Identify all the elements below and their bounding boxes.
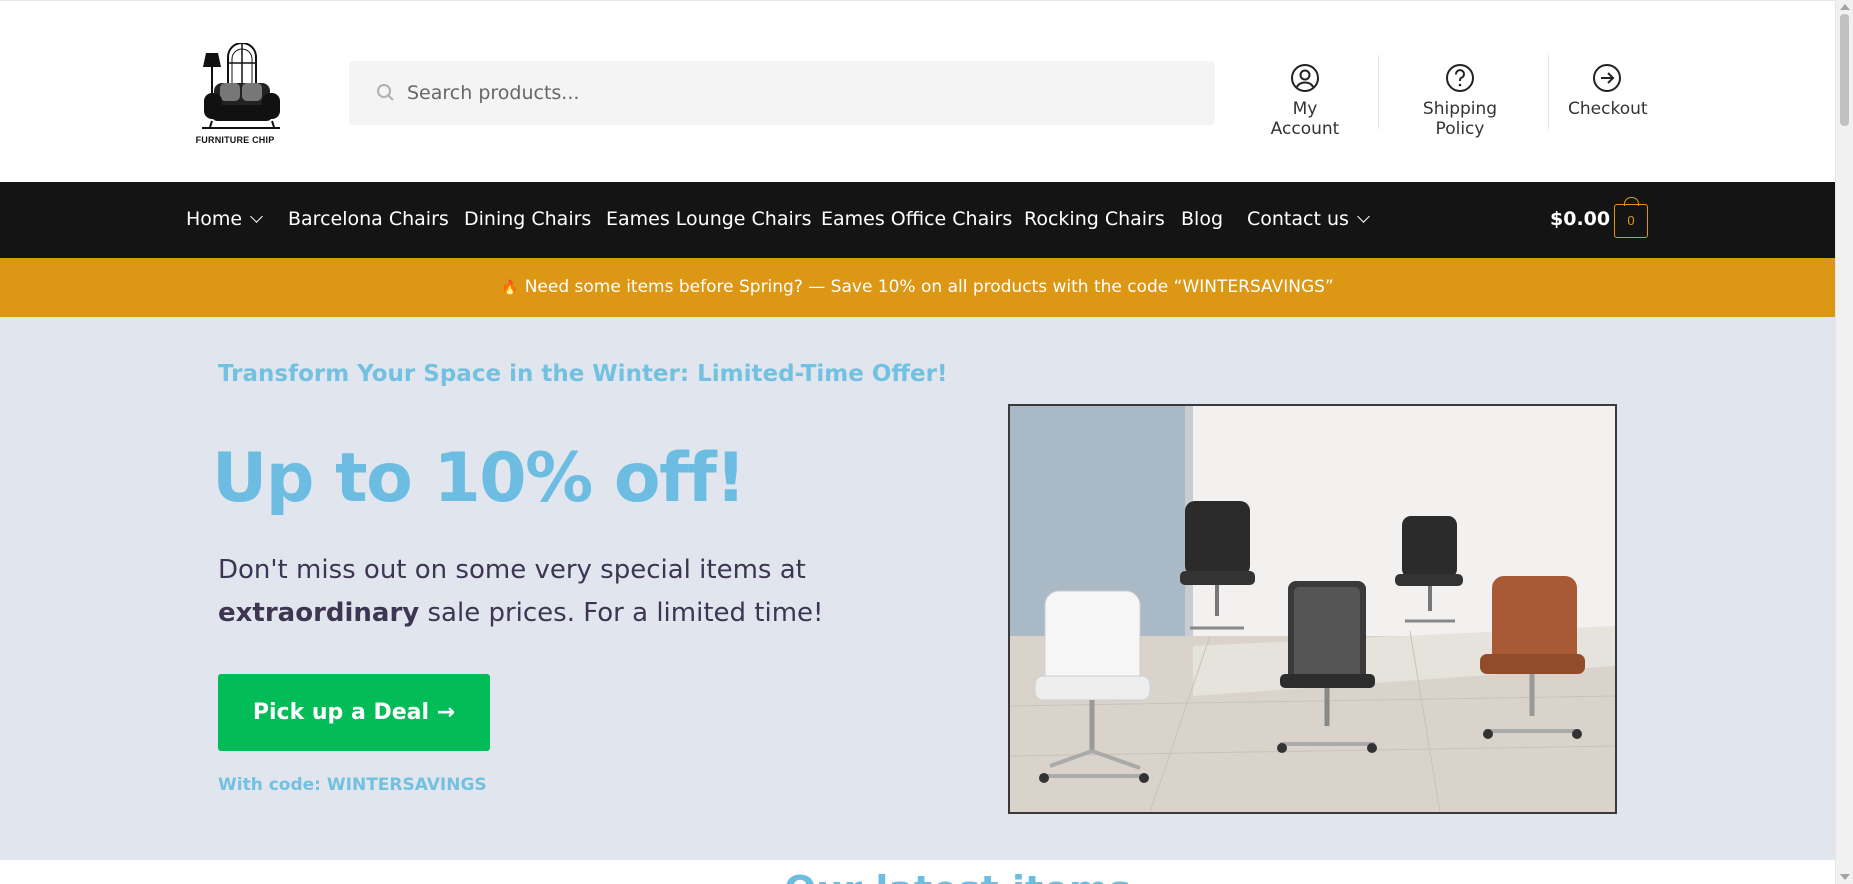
header-divider	[1378, 55, 1379, 129]
user-circle-icon	[1291, 64, 1319, 92]
promo-banner: 🔥 Need some items before Spring? — Save 1…	[0, 258, 1835, 317]
chevron-down-icon	[1357, 210, 1370, 223]
nav-item-home[interactable]: Home	[186, 208, 263, 230]
search-input[interactable]	[407, 82, 1167, 104]
nav-item-dining-chairs[interactable]: Dining Chairs	[464, 208, 591, 230]
nav-item-rocking-chairs[interactable]: Rocking Chairs	[1024, 208, 1165, 230]
arrow-circle-icon	[1593, 64, 1621, 92]
sofa-lamp-logo-icon	[202, 43, 280, 129]
fire-icon: 🔥	[501, 280, 519, 296]
nav-item-eames-office-chairs[interactable]: Eames Office Chairs	[821, 208, 1012, 230]
my-account-label: My Account	[1270, 99, 1340, 139]
nav-item-blog[interactable]: Blog	[1181, 208, 1223, 230]
chevron-down-icon	[250, 210, 263, 223]
pick-up-deal-button[interactable]: Pick up a Deal →	[218, 674, 490, 751]
promo-text: Need some items before Spring? — Save 10…	[524, 277, 1334, 297]
my-account-link[interactable]: My Account	[1258, 53, 1352, 139]
shipping-policy-label: Shipping Policy	[1422, 99, 1498, 139]
nav-item-barcelona-chairs[interactable]: Barcelona Chairs	[288, 208, 449, 230]
site-header: FURNITURE CHIP My Account	[0, 0, 1835, 182]
primary-nav: Home Barcelona Chairs Dining Chairs Eame…	[0, 182, 1835, 258]
subcopy-bold: extraordinary	[218, 598, 420, 628]
shipping-policy-link[interactable]: Shipping Policy	[1398, 53, 1522, 139]
subcopy-post: sale prices. For a limited time!	[427, 598, 824, 628]
search-icon	[377, 84, 394, 101]
subcopy-pre: Don't miss out on some very special item…	[218, 555, 806, 585]
nav-item-eames-lounge-chairs[interactable]: Eames Lounge Chairs	[606, 208, 811, 230]
nav-item-label: Rocking Chairs	[1024, 208, 1165, 230]
logo-text: FURNITURE CHIP	[195, 135, 275, 145]
next-section-title: Our latest items	[784, 868, 1131, 884]
office-chairs-photo	[1010, 406, 1615, 812]
office-chairs-image	[1008, 404, 1617, 814]
hero-section: Transform Your Space in the Winter: Limi…	[0, 317, 1835, 860]
nav-item-label: Eames Lounge Chairs	[606, 208, 812, 230]
header-divider	[1548, 55, 1549, 129]
nav-item-label: Barcelona Chairs	[288, 208, 449, 230]
hero-eyebrow: Transform Your Space in the Winter: Limi…	[218, 361, 948, 387]
nav-item-label: Contact us	[1247, 208, 1349, 230]
nav-item-contact-us[interactable]: Contact us	[1247, 208, 1370, 230]
nav-item-label: Eames Office Chairs	[821, 208, 1013, 230]
nav-item-label: Dining Chairs	[464, 208, 592, 230]
hero-headline: Up to 10% off!	[212, 439, 746, 518]
scroll-thumb[interactable]	[1840, 14, 1849, 126]
next-section-peek: Our latest items	[0, 860, 1835, 884]
site-logo[interactable]: FURNITURE CHIP	[190, 43, 280, 149]
page-scrollbar[interactable]	[1835, 0, 1853, 884]
checkout-link[interactable]: Checkout	[1568, 53, 1648, 131]
cart-total[interactable]: $0.00	[1550, 208, 1610, 230]
nav-item-label: Blog	[1181, 208, 1223, 230]
search-bar[interactable]	[349, 61, 1215, 125]
nav-item-label: Home	[186, 208, 243, 230]
hero-subcopy: Don't miss out on some very special item…	[218, 549, 838, 635]
scroll-up-arrow-icon[interactable]	[1840, 4, 1850, 10]
page: FURNITURE CHIP My Account	[0, 0, 1835, 884]
question-circle-icon	[1446, 64, 1474, 92]
checkout-label: Checkout	[1568, 99, 1648, 119]
promo-code-line: With code: WINTERSAVINGS	[218, 775, 487, 795]
cart-bag-icon[interactable]: 0	[1614, 197, 1648, 238]
scroll-down-arrow-icon[interactable]	[1840, 874, 1850, 880]
cart-count: 0	[1627, 213, 1635, 228]
